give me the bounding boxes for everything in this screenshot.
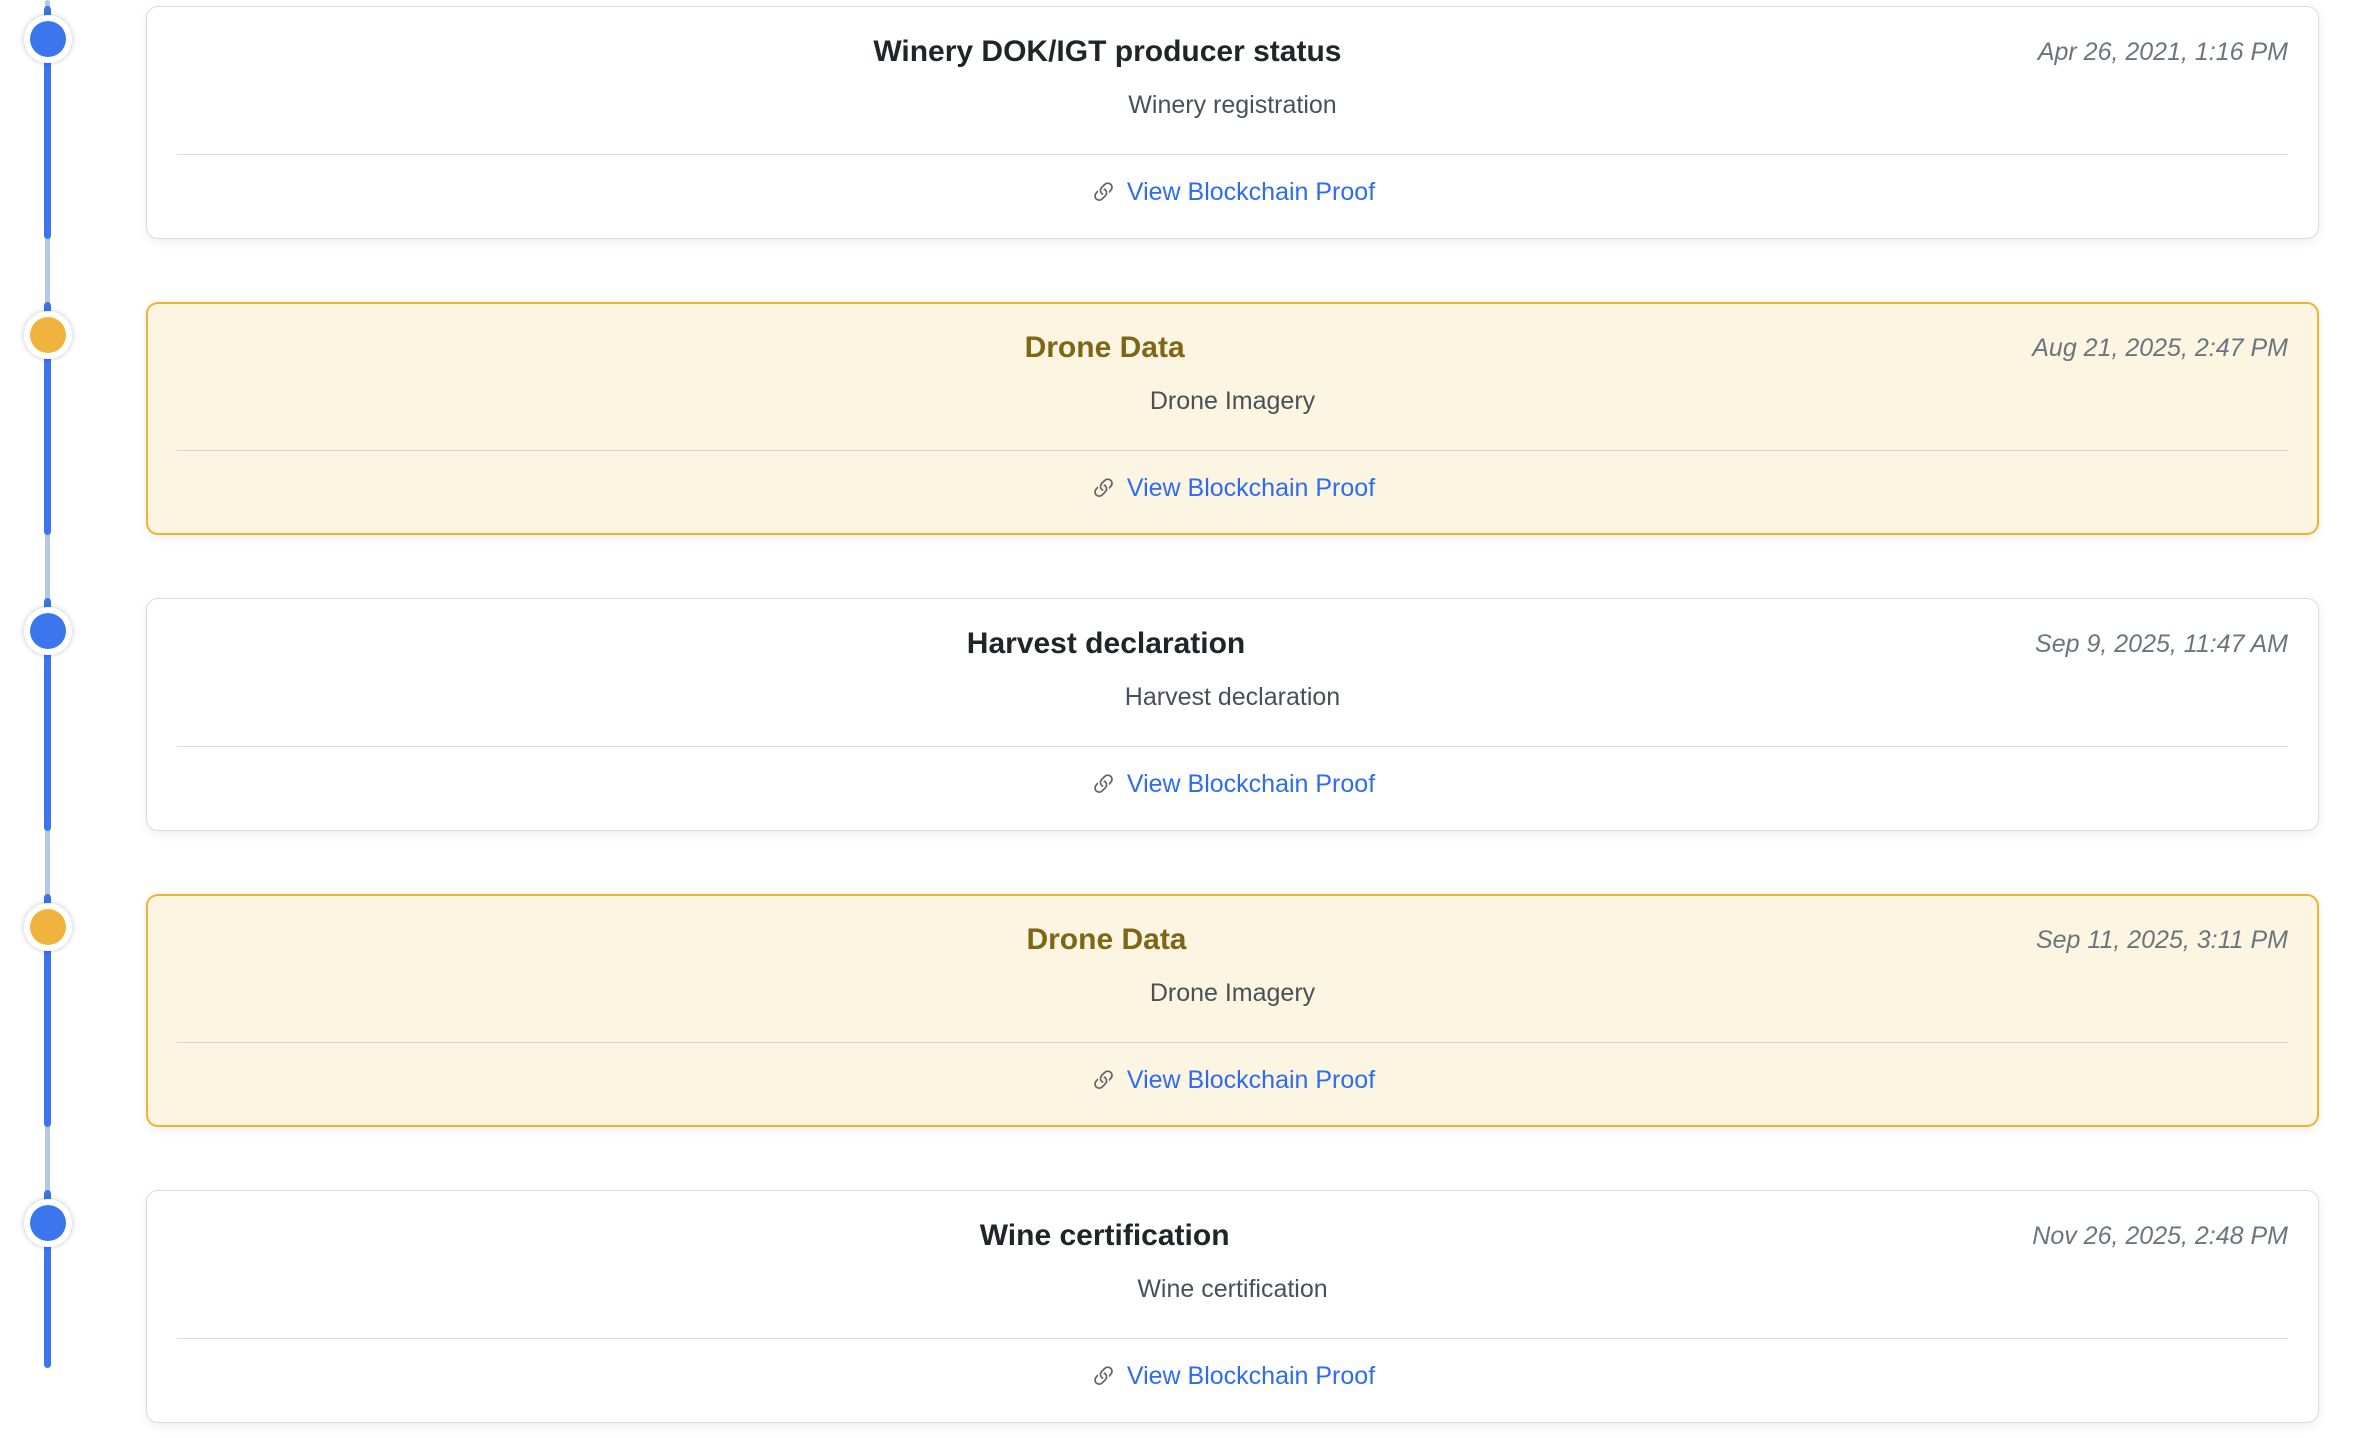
view-blockchain-proof-link[interactable]: View Blockchain Proof bbox=[1090, 767, 1375, 801]
view-blockchain-proof-link[interactable]: View Blockchain Proof bbox=[1090, 471, 1375, 505]
event-card: Winery DOK/IGT producer status Apr 26, 2… bbox=[146, 6, 2319, 239]
proof-link-label: View Blockchain Proof bbox=[1127, 471, 1375, 505]
event-card-header: Drone Data Sep 11, 2025, 3:11 PM bbox=[177, 921, 2288, 959]
event-timestamp: Sep 9, 2025, 11:47 AM bbox=[2035, 625, 2288, 663]
event-card: Harvest declaration Sep 9, 2025, 11:47 A… bbox=[146, 598, 2319, 831]
event-subtitle: Wine certification bbox=[177, 1273, 2288, 1305]
card-divider bbox=[177, 1042, 2288, 1043]
proof-link-row: View Blockchain Proof bbox=[177, 767, 2288, 801]
proof-link-row: View Blockchain Proof bbox=[177, 1359, 2288, 1393]
timeline-dot bbox=[24, 311, 72, 359]
timeline-dot-fill bbox=[30, 21, 66, 57]
chain-link-icon bbox=[1090, 1363, 1117, 1390]
timeline-dot-fill bbox=[30, 909, 66, 945]
chain-link-icon bbox=[1090, 771, 1117, 798]
event-subtitle: Winery registration bbox=[177, 89, 2288, 121]
event-title: Drone Data bbox=[177, 329, 2032, 367]
event-subtitle: Drone Imagery bbox=[177, 977, 2288, 1009]
proof-link-row: View Blockchain Proof bbox=[177, 471, 2288, 505]
view-blockchain-proof-link[interactable]: View Blockchain Proof bbox=[1090, 1063, 1375, 1097]
event-subtitle: Harvest declaration bbox=[177, 681, 2288, 713]
event-card-header: Winery DOK/IGT producer status Apr 26, 2… bbox=[177, 33, 2288, 71]
proof-link-label: View Blockchain Proof bbox=[1127, 1063, 1375, 1097]
view-blockchain-proof-link[interactable]: View Blockchain Proof bbox=[1090, 175, 1375, 209]
timeline-dot bbox=[24, 15, 72, 63]
proof-link-label: View Blockchain Proof bbox=[1127, 175, 1375, 209]
event-title: Winery DOK/IGT producer status bbox=[177, 33, 2038, 71]
chain-link-icon bbox=[1090, 179, 1117, 206]
proof-link-label: View Blockchain Proof bbox=[1127, 1359, 1375, 1393]
proof-link-row: View Blockchain Proof bbox=[177, 1063, 2288, 1097]
blockchain-event-timeline: Winery DOK/IGT producer status Apr 26, 2… bbox=[0, 0, 2356, 1438]
event-timestamp: Nov 26, 2025, 2:48 PM bbox=[2032, 1217, 2288, 1255]
event-card-header: Drone Data Aug 21, 2025, 2:47 PM bbox=[177, 329, 2288, 367]
proof-link-row: View Blockchain Proof bbox=[177, 175, 2288, 209]
event-timestamp: Aug 21, 2025, 2:47 PM bbox=[2032, 329, 2288, 367]
proof-link-label: View Blockchain Proof bbox=[1127, 767, 1375, 801]
card-divider bbox=[177, 746, 2288, 747]
timeline-dot bbox=[24, 1199, 72, 1247]
card-divider bbox=[177, 154, 2288, 155]
chain-link-icon bbox=[1090, 1067, 1117, 1094]
event-card: Wine certification Nov 26, 2025, 2:48 PM… bbox=[146, 1190, 2319, 1423]
event-timestamp: Sep 11, 2025, 3:11 PM bbox=[2036, 921, 2288, 959]
event-title: Drone Data bbox=[177, 921, 2036, 959]
timeline-dot-fill bbox=[30, 1205, 66, 1241]
chain-link-icon bbox=[1090, 475, 1117, 502]
timeline-dot-fill bbox=[30, 613, 66, 649]
timeline-dot bbox=[24, 607, 72, 655]
event-subtitle: Drone Imagery bbox=[177, 385, 2288, 417]
timeline-dot bbox=[24, 903, 72, 951]
event-card: Drone Data Sep 11, 2025, 3:11 PM Drone I… bbox=[146, 894, 2319, 1127]
timeline-dot-fill bbox=[30, 317, 66, 353]
event-card: Drone Data Aug 21, 2025, 2:47 PM Drone I… bbox=[146, 302, 2319, 535]
view-blockchain-proof-link[interactable]: View Blockchain Proof bbox=[1090, 1359, 1375, 1393]
event-card-header: Harvest declaration Sep 9, 2025, 11:47 A… bbox=[177, 625, 2288, 663]
card-divider bbox=[177, 450, 2288, 451]
card-divider bbox=[177, 1338, 2288, 1339]
event-title: Wine certification bbox=[177, 1217, 2032, 1255]
event-timestamp: Apr 26, 2021, 1:16 PM bbox=[2038, 33, 2288, 71]
event-title: Harvest declaration bbox=[177, 625, 2035, 663]
event-card-header: Wine certification Nov 26, 2025, 2:48 PM bbox=[177, 1217, 2288, 1255]
